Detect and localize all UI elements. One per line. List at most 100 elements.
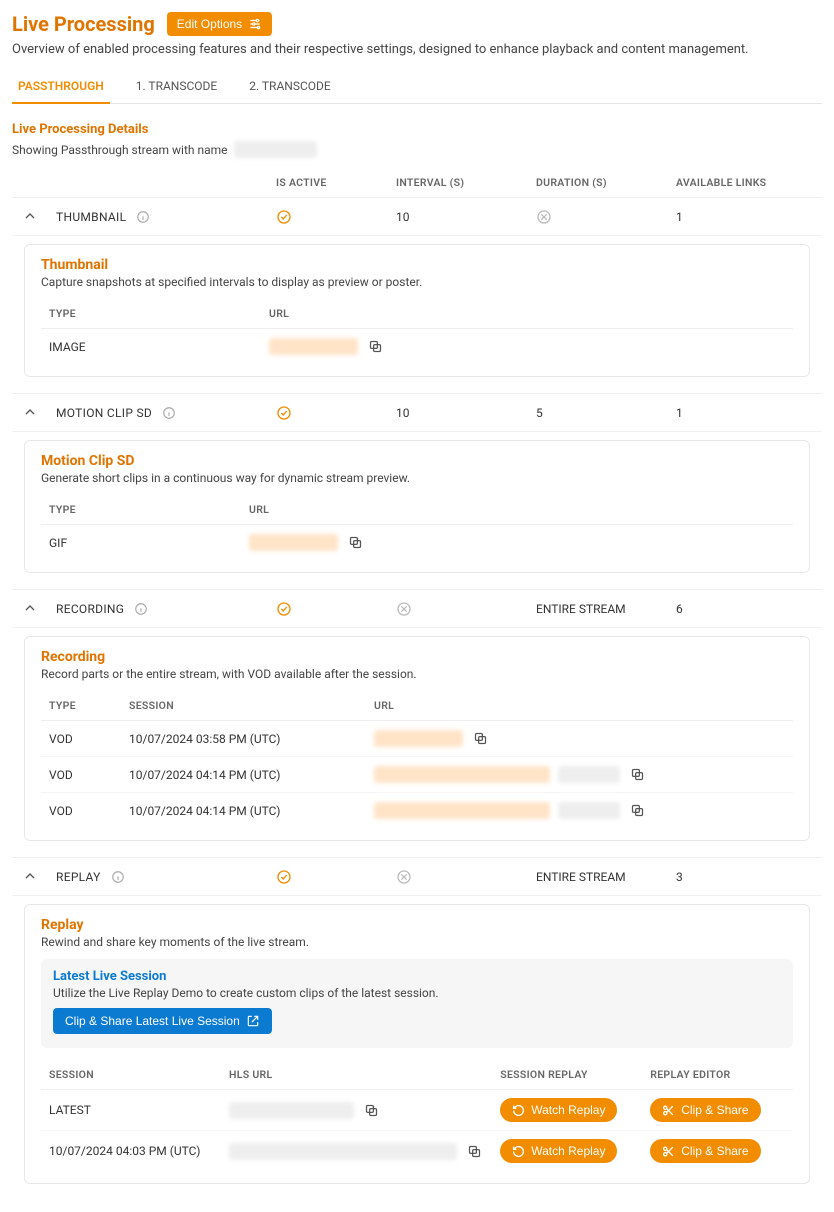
collapse-toggle-recording[interactable] <box>20 598 40 618</box>
info-icon <box>111 870 125 884</box>
empty-icon <box>396 601 520 617</box>
copy-url-button[interactable] <box>471 729 490 748</box>
detail-desc: Generate short clips in a continuous way… <box>41 471 793 485</box>
detail-desc: Rewind and share key moments of the live… <box>41 935 793 949</box>
collapse-toggle-thumbnail[interactable] <box>20 206 40 226</box>
tab-passthrough[interactable]: PASSTHROUGH <box>12 71 110 103</box>
info-icon <box>136 210 150 224</box>
copy-url-button[interactable] <box>346 533 365 552</box>
col-interval: INTERVAL (S) <box>388 168 528 198</box>
tabs: PASSTHROUGH 1. TRANSCODE 2. TRANSCODE <box>12 71 822 104</box>
check-active-icon <box>276 869 380 885</box>
stream-name-masked: redacted <box>234 141 317 158</box>
cell-session: 10/07/2024 04:03 PM (UTC) <box>41 1131 221 1172</box>
info-button-recording[interactable] <box>132 600 150 618</box>
cell-links: 6 <box>668 590 822 628</box>
chevron-up-icon <box>22 404 38 420</box>
row-name: RECORDING <box>56 602 124 616</box>
copy-url-button[interactable] <box>362 1101 381 1120</box>
col-session-replay: SESSION REPLAY <box>492 1060 642 1090</box>
chevron-up-icon <box>22 208 38 224</box>
col-name <box>48 168 268 198</box>
table-row: VOD 10/07/2024 04:14 PM (UTC) xxxxxxxxxx… <box>41 793 793 829</box>
col-type: TYPE <box>41 495 241 525</box>
copy-url-button[interactable] <box>465 1142 484 1161</box>
info-button-motionclip[interactable] <box>160 404 178 422</box>
row-motionclip: MOTION CLIP SD 10 5 1 <box>12 394 822 432</box>
detail-title: Thumbnail <box>41 257 793 273</box>
row-replay: REPLAY <box>12 858 822 896</box>
table-row: LATEST xxxxxxxxxx Watch Replay <box>41 1090 793 1131</box>
replay-icon <box>512 1104 525 1117</box>
external-link-icon <box>246 1014 260 1028</box>
watch-replay-button[interactable]: Watch Replay <box>500 1098 617 1122</box>
sliders-icon <box>248 17 262 31</box>
col-available-links: AVAILABLE LINKS <box>668 168 822 198</box>
edit-options-button[interactable]: Edit Options <box>167 12 272 36</box>
detail-desc: Capture snapshots at specified intervals… <box>41 275 793 289</box>
chevron-up-icon <box>22 600 38 616</box>
col-replay-editor: REPLAY EDITOR <box>642 1060 793 1090</box>
tab-transcode-1[interactable]: 1. TRANSCODE <box>130 71 223 103</box>
row-thumbnail: THUMBNAIL 10 <box>12 198 822 236</box>
table-row: GIF xxxxxxxxx <box>41 525 793 561</box>
details-subtitle-prefix: Showing Passthrough stream with name <box>12 143 228 157</box>
col-type: TYPE <box>41 691 121 721</box>
clip-share-button[interactable]: Clip & Share <box>650 1098 760 1122</box>
cell-type: VOD <box>41 757 121 793</box>
watch-replay-button[interactable]: Watch Replay <box>500 1139 617 1163</box>
copy-url-button[interactable] <box>366 337 385 356</box>
cell-duration: 5 <box>528 394 668 432</box>
detail-title: Motion Clip SD <box>41 453 793 469</box>
col-type: TYPE <box>41 299 261 329</box>
cell-session: 10/07/2024 04:14 PM (UTC) <box>121 757 366 793</box>
copy-url-button[interactable] <box>628 765 647 784</box>
cell-session: LATEST <box>41 1090 221 1131</box>
processing-table: IS ACTIVE INTERVAL (S) DURATION (S) AVAI… <box>12 168 822 1200</box>
masked-url-tail: xxxx <box>558 802 620 819</box>
clip-share-latest-button[interactable]: Clip & Share Latest Live Session <box>53 1008 272 1034</box>
thumbnail-detail-card: Thumbnail Capture snapshots at specified… <box>24 244 810 377</box>
details-header: Live Processing Details Showing Passthro… <box>12 122 822 158</box>
info-button-replay[interactable] <box>109 868 127 886</box>
tab-transcode-2[interactable]: 2. TRANSCODE <box>243 71 336 103</box>
details-title: Live Processing Details <box>12 122 822 137</box>
masked-url: xxxxxxxxxxxxxx <box>374 766 550 783</box>
info-button-thumbnail[interactable] <box>134 208 152 226</box>
motionclip-detail-card: Motion Clip SD Generate short clips in a… <box>24 440 810 573</box>
row-name: THUMBNAIL <box>56 210 126 224</box>
masked-url: xxxxxxxxx <box>249 534 338 551</box>
check-active-icon <box>276 601 380 617</box>
replay-detail-card: Replay Rewind and share key moments of t… <box>24 904 810 1184</box>
edit-options-label: Edit Options <box>177 17 242 31</box>
cell-session: 10/07/2024 04:14 PM (UTC) <box>121 793 366 829</box>
copy-url-button[interactable] <box>628 801 647 820</box>
row-name: REPLAY <box>56 870 101 884</box>
masked-url-tail: xxxx <box>558 766 620 783</box>
empty-icon <box>396 869 520 885</box>
empty-icon <box>536 209 660 225</box>
col-duration: DURATION (S) <box>528 168 668 198</box>
col-url: URL <box>261 299 793 329</box>
col-url: URL <box>241 495 793 525</box>
clip-share-button[interactable]: Clip & Share <box>650 1139 760 1163</box>
col-hls-url: HLS URL <box>221 1060 492 1090</box>
callout-title: Latest Live Session <box>53 969 781 984</box>
clip-share-latest-label: Clip & Share Latest Live Session <box>65 1014 240 1028</box>
info-icon <box>162 406 176 420</box>
copy-icon <box>467 1144 482 1159</box>
table-row: VOD 10/07/2024 03:58 PM (UTC) xxxxxxxxx <box>41 721 793 757</box>
cell-links: 1 <box>668 198 822 236</box>
overview-text: Overview of enabled processing features … <box>12 42 822 57</box>
cell-duration: ENTIRE STREAM <box>528 590 668 628</box>
copy-icon <box>630 767 645 782</box>
collapse-toggle-replay[interactable] <box>20 866 40 886</box>
col-session: SESSION <box>121 691 366 721</box>
detail-title: Recording <box>41 649 793 665</box>
col-url: URL <box>366 691 793 721</box>
cell-links: 1 <box>668 394 822 432</box>
collapse-toggle-motionclip[interactable] <box>20 402 40 422</box>
cell-session: 10/07/2024 03:58 PM (UTC) <box>121 721 366 757</box>
latest-session-callout: Latest Live Session Utilize the Live Rep… <box>41 959 793 1048</box>
clip-share-label: Clip & Share <box>681 1144 748 1158</box>
